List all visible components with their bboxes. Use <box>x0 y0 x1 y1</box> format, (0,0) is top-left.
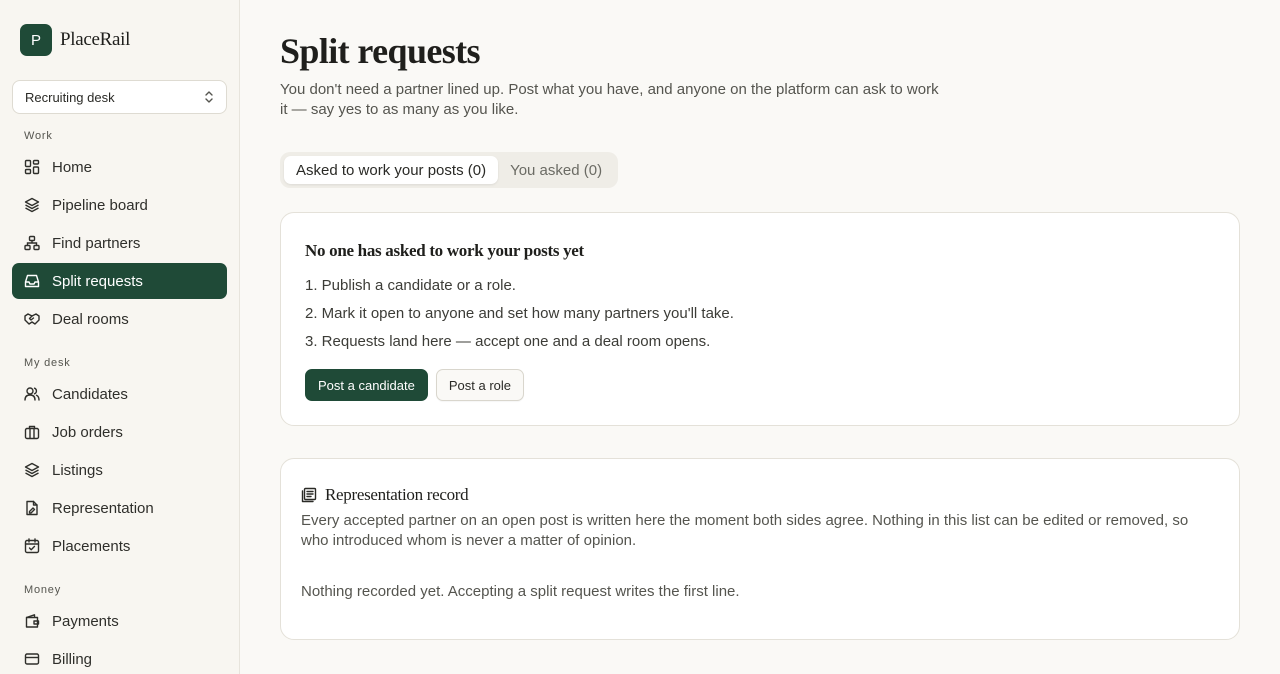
layers-icon <box>24 197 40 213</box>
post-candidate-button[interactable]: Post a candidate <box>305 369 428 401</box>
users-icon <box>24 386 40 402</box>
sidebar-item-label: Home <box>52 158 93 176</box>
inbox-icon <box>24 273 40 289</box>
brand-logo: P <box>20 24 52 56</box>
sidebar-item-label: Job orders <box>52 423 123 441</box>
sidebar: P PlaceRail Recruiting desk Work Home Pi… <box>0 0 240 674</box>
sidebar-item-label: Payments <box>52 612 119 630</box>
sidebar-item-home[interactable]: Home <box>12 149 227 185</box>
wallet-icon <box>24 613 40 629</box>
tab-asked-to-work-your-posts[interactable]: Asked to work your posts (0) <box>284 156 499 184</box>
handshake-icon <box>24 311 40 327</box>
sidebar-item-label: Split requests <box>52 272 143 290</box>
sidebar-item-label: Placements <box>52 537 131 555</box>
sidebar-item-label: Representation <box>52 499 154 517</box>
sidebar-item-representation[interactable]: Representation <box>12 490 227 526</box>
page-title: Split requests <box>280 31 481 71</box>
sidebar-item-label: Billing <box>52 650 93 668</box>
brand-name: PlaceRail <box>60 29 131 50</box>
sidebar-item-label: Pipeline board <box>52 196 148 214</box>
sidebar-item-listings[interactable]: Listings <box>12 452 227 488</box>
representation-record-header: Representation record <box>301 485 469 505</box>
sidebar-item-label: Deal rooms <box>52 310 129 328</box>
post-role-button[interactable]: Post a role <box>435 369 525 401</box>
grid-icon <box>24 159 40 175</box>
sidebar-item-find-partners[interactable]: Find partners <box>12 225 227 261</box>
card-icon <box>24 651 40 667</box>
tab-bar: Asked to work your posts (0) You asked (… <box>280 152 619 188</box>
desk-selector[interactable]: Recruiting desk <box>12 80 227 114</box>
sidebar-item-billing[interactable]: Billing <box>12 641 227 674</box>
document-pen-icon <box>24 500 40 516</box>
sidebar-item-split-requests[interactable]: Split requests <box>12 263 227 299</box>
calendar-check-icon <box>24 538 40 554</box>
step-item: 3. Requests land here — accept one and a… <box>305 333 711 350</box>
network-icon <box>24 235 40 251</box>
representation-record-title: Representation record <box>325 485 469 504</box>
step-item: 1. Publish a candidate or a role. <box>305 277 516 294</box>
ledger-icon <box>301 487 317 503</box>
representation-record-card: Representation record Every accepted par… <box>280 458 1240 640</box>
tab-you-asked[interactable]: You asked (0) <box>498 156 614 184</box>
sidebar-item-deal-rooms[interactable]: Deal rooms <box>12 301 227 337</box>
section-label-work: Work <box>24 130 53 142</box>
sidebar-item-label: Find partners <box>52 234 141 252</box>
step-item: 2. Mark it open to anyone and set how ma… <box>305 305 734 322</box>
empty-state-card: No one has asked to work your posts yet … <box>280 212 1240 426</box>
sidebar-item-label: Candidates <box>52 385 128 403</box>
desk-selector-value: Recruiting desk <box>25 89 115 105</box>
sidebar-item-pipeline-board[interactable]: Pipeline board <box>12 187 227 223</box>
sidebar-item-job-orders[interactable]: Job orders <box>12 414 227 450</box>
layers-icon <box>24 462 40 478</box>
representation-record-empty: Nothing recorded yet. Accepting a split … <box>301 583 740 600</box>
page-subtitle: You don't need a partner lined up. Post … <box>280 81 939 118</box>
sidebar-item-candidates[interactable]: Candidates <box>12 376 227 412</box>
sidebar-item-placements[interactable]: Placements <box>12 528 227 564</box>
representation-record-description: Every accepted partner on an open post i… <box>301 512 1189 549</box>
brand[interactable]: P PlaceRail <box>20 24 130 56</box>
section-label-my-desk: My desk <box>24 357 71 369</box>
sidebar-item-payments[interactable]: Payments <box>12 603 227 639</box>
steps-list: 1. Publish a candidate or a role. 2. Mar… <box>305 277 734 361</box>
empty-state-title: No one has asked to work your posts yet <box>305 241 584 260</box>
action-buttons: Post a candidate Post a role <box>305 369 525 401</box>
briefcase-icon <box>24 424 40 440</box>
sidebar-item-label: Listings <box>52 461 103 479</box>
section-label-money: Money <box>24 584 62 596</box>
chevron-up-down-icon <box>205 91 213 103</box>
